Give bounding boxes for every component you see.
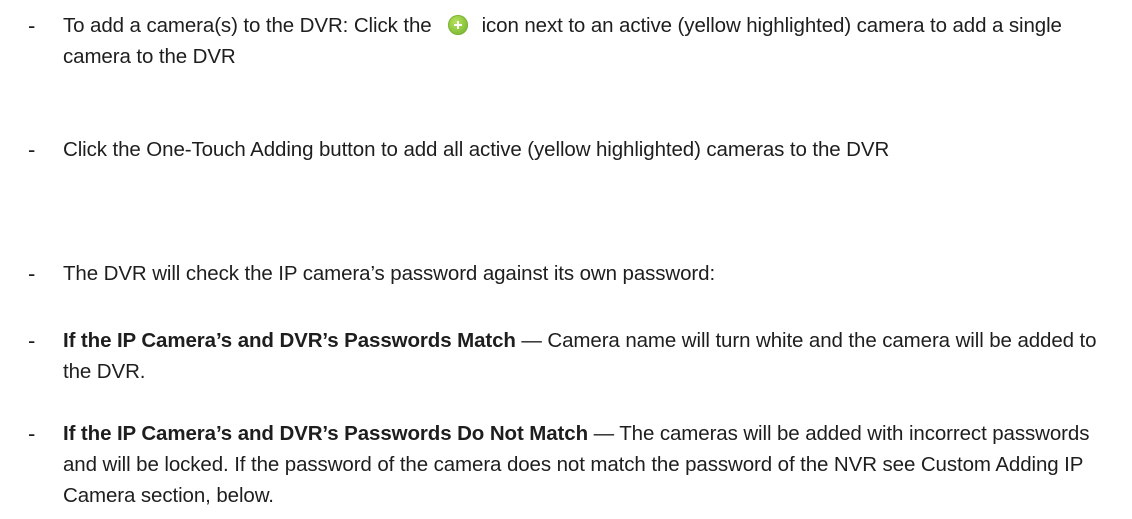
bullet-bold-heading: If the IP Camera’s and DVR’s Passwords D… [63,422,588,445]
bullet-text: If the IP Camera’s and DVR’s Passwords D… [63,418,1113,511]
add-circle-icon [447,15,468,35]
bullet-marker: - [28,137,36,162]
bullet-marker: - [28,421,36,446]
bullet-marker: - [28,13,36,38]
bullet-text: If the IP Camera’s and DVR’s Passwords M… [63,325,1113,387]
bullet-text-before-icon: To add a camera(s) to the DVR: Click the [63,14,432,37]
bullet-marker: - [28,261,36,286]
bullet-text: To add a camera(s) to the DVR: Click the… [63,10,1113,72]
bullet-text: Click the One-Touch Adding button to add… [63,138,890,161]
bullet-text: The DVR will check the IP camera’s passw… [63,262,716,285]
bullet-bold-heading: If the IP Camera’s and DVR’s Passwords M… [63,329,516,352]
bullet-marker: - [28,328,36,353]
document-page: - To add a camera(s) to the DVR: Click t… [0,0,1132,519]
